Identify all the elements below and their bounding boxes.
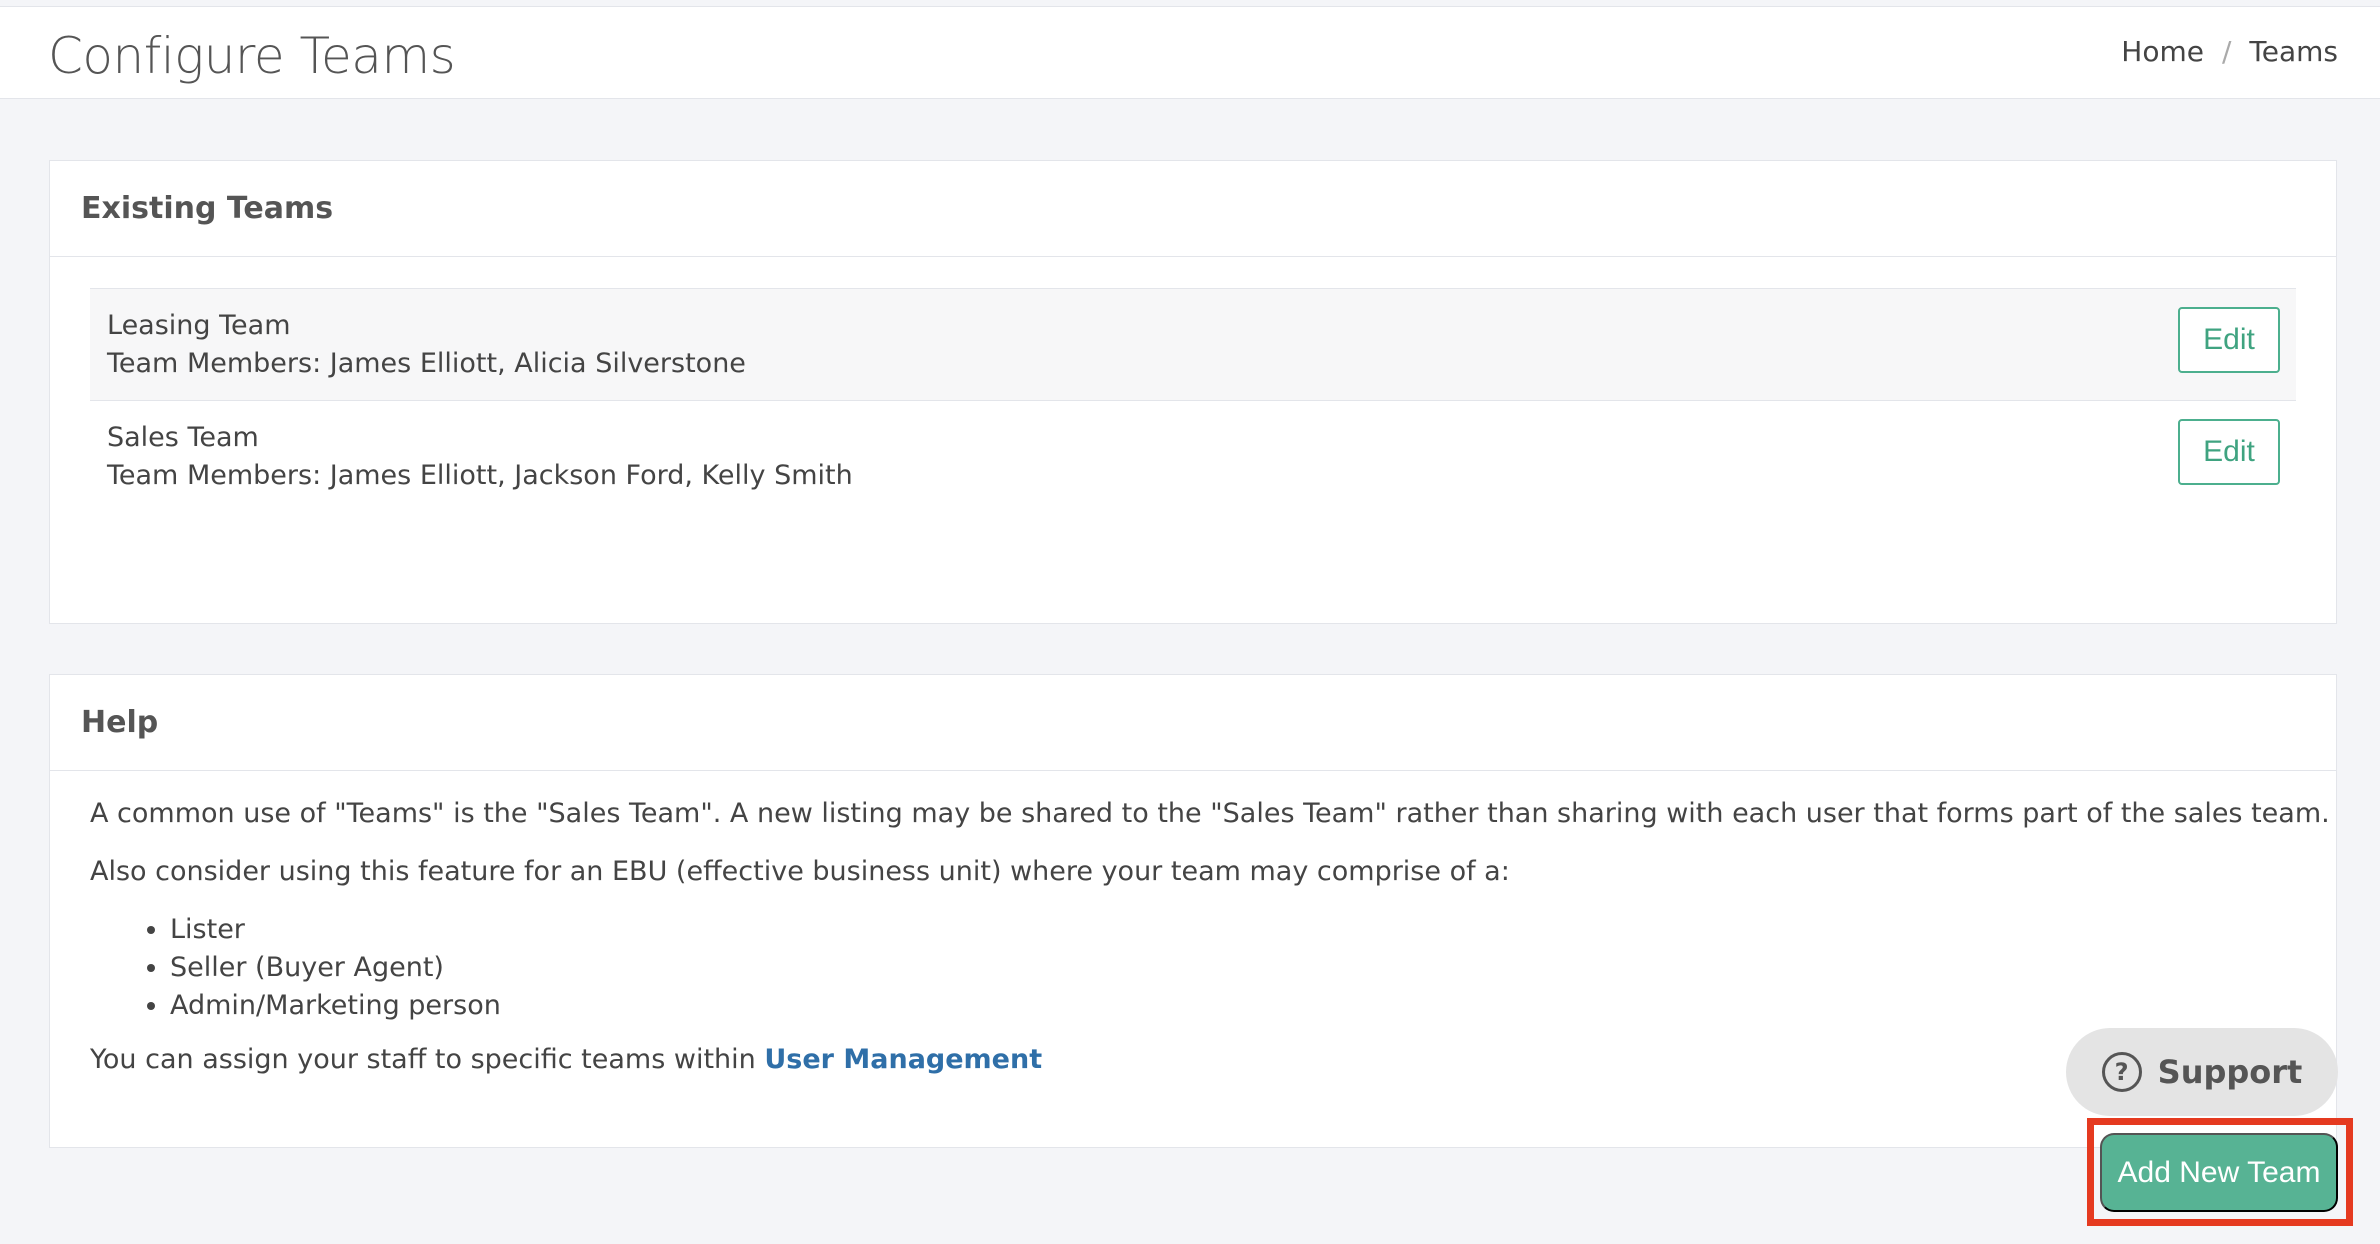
- list-item: Lister: [170, 911, 2336, 949]
- team-members: Team Members: James Elliott, Jackson For…: [107, 460, 853, 491]
- page-header: Configure Teams Home / Teams: [0, 6, 2380, 99]
- team-list: Leasing Team Team Members: James Elliott…: [90, 288, 2296, 512]
- edit-leasing-team-button[interactable]: Edit: [2178, 307, 2280, 373]
- existing-teams-heading: Existing Teams: [50, 161, 2336, 257]
- breadcrumb-home-link[interactable]: Home: [2121, 35, 2204, 68]
- breadcrumb-separator: /: [2221, 35, 2232, 68]
- team-row: Leasing Team Team Members: James Elliott…: [90, 288, 2296, 400]
- help-body: A common use of "Teams" is the "Sales Te…: [50, 771, 2336, 1079]
- assign-text: You can assign your staff to specific te…: [90, 1044, 765, 1075]
- team-members: Team Members: James Elliott, Alicia Silv…: [107, 348, 746, 379]
- breadcrumb-current: Teams: [2249, 35, 2338, 68]
- list-item: Seller (Buyer Agent): [170, 949, 2336, 987]
- help-paragraph: A common use of "Teams" is the "Sales Te…: [90, 798, 2330, 829]
- support-button[interactable]: ? Support: [2066, 1028, 2338, 1116]
- add-new-team-button[interactable]: Add New Team: [2100, 1133, 2338, 1212]
- help-panel: Help A common use of "Teams" is the "Sal…: [49, 674, 2337, 1148]
- team-name: Sales Team: [107, 422, 259, 453]
- breadcrumb: Home / Teams: [2121, 35, 2338, 68]
- help-heading: Help: [50, 675, 2336, 771]
- list-item: Admin/Marketing person: [170, 987, 2336, 1025]
- edit-sales-team-button[interactable]: Edit: [2178, 419, 2280, 485]
- user-management-link[interactable]: User Management: [764, 1044, 1042, 1075]
- question-circle-icon: ?: [2101, 1052, 2142, 1092]
- assign-paragraph: You can assign your staff to specific te…: [90, 1041, 2336, 1079]
- support-label: Support: [2157, 1053, 2303, 1091]
- role-list: Lister Seller (Buyer Agent) Admin/Market…: [90, 911, 2336, 1025]
- existing-teams-panel: Existing Teams Leasing Team Team Members…: [49, 160, 2337, 624]
- page-title: Configure Teams: [48, 27, 456, 85]
- team-name: Leasing Team: [107, 310, 291, 341]
- team-row: Sales Team Team Members: James Elliott, …: [90, 400, 2296, 512]
- help-paragraph: Also consider using this feature for an …: [90, 856, 1510, 887]
